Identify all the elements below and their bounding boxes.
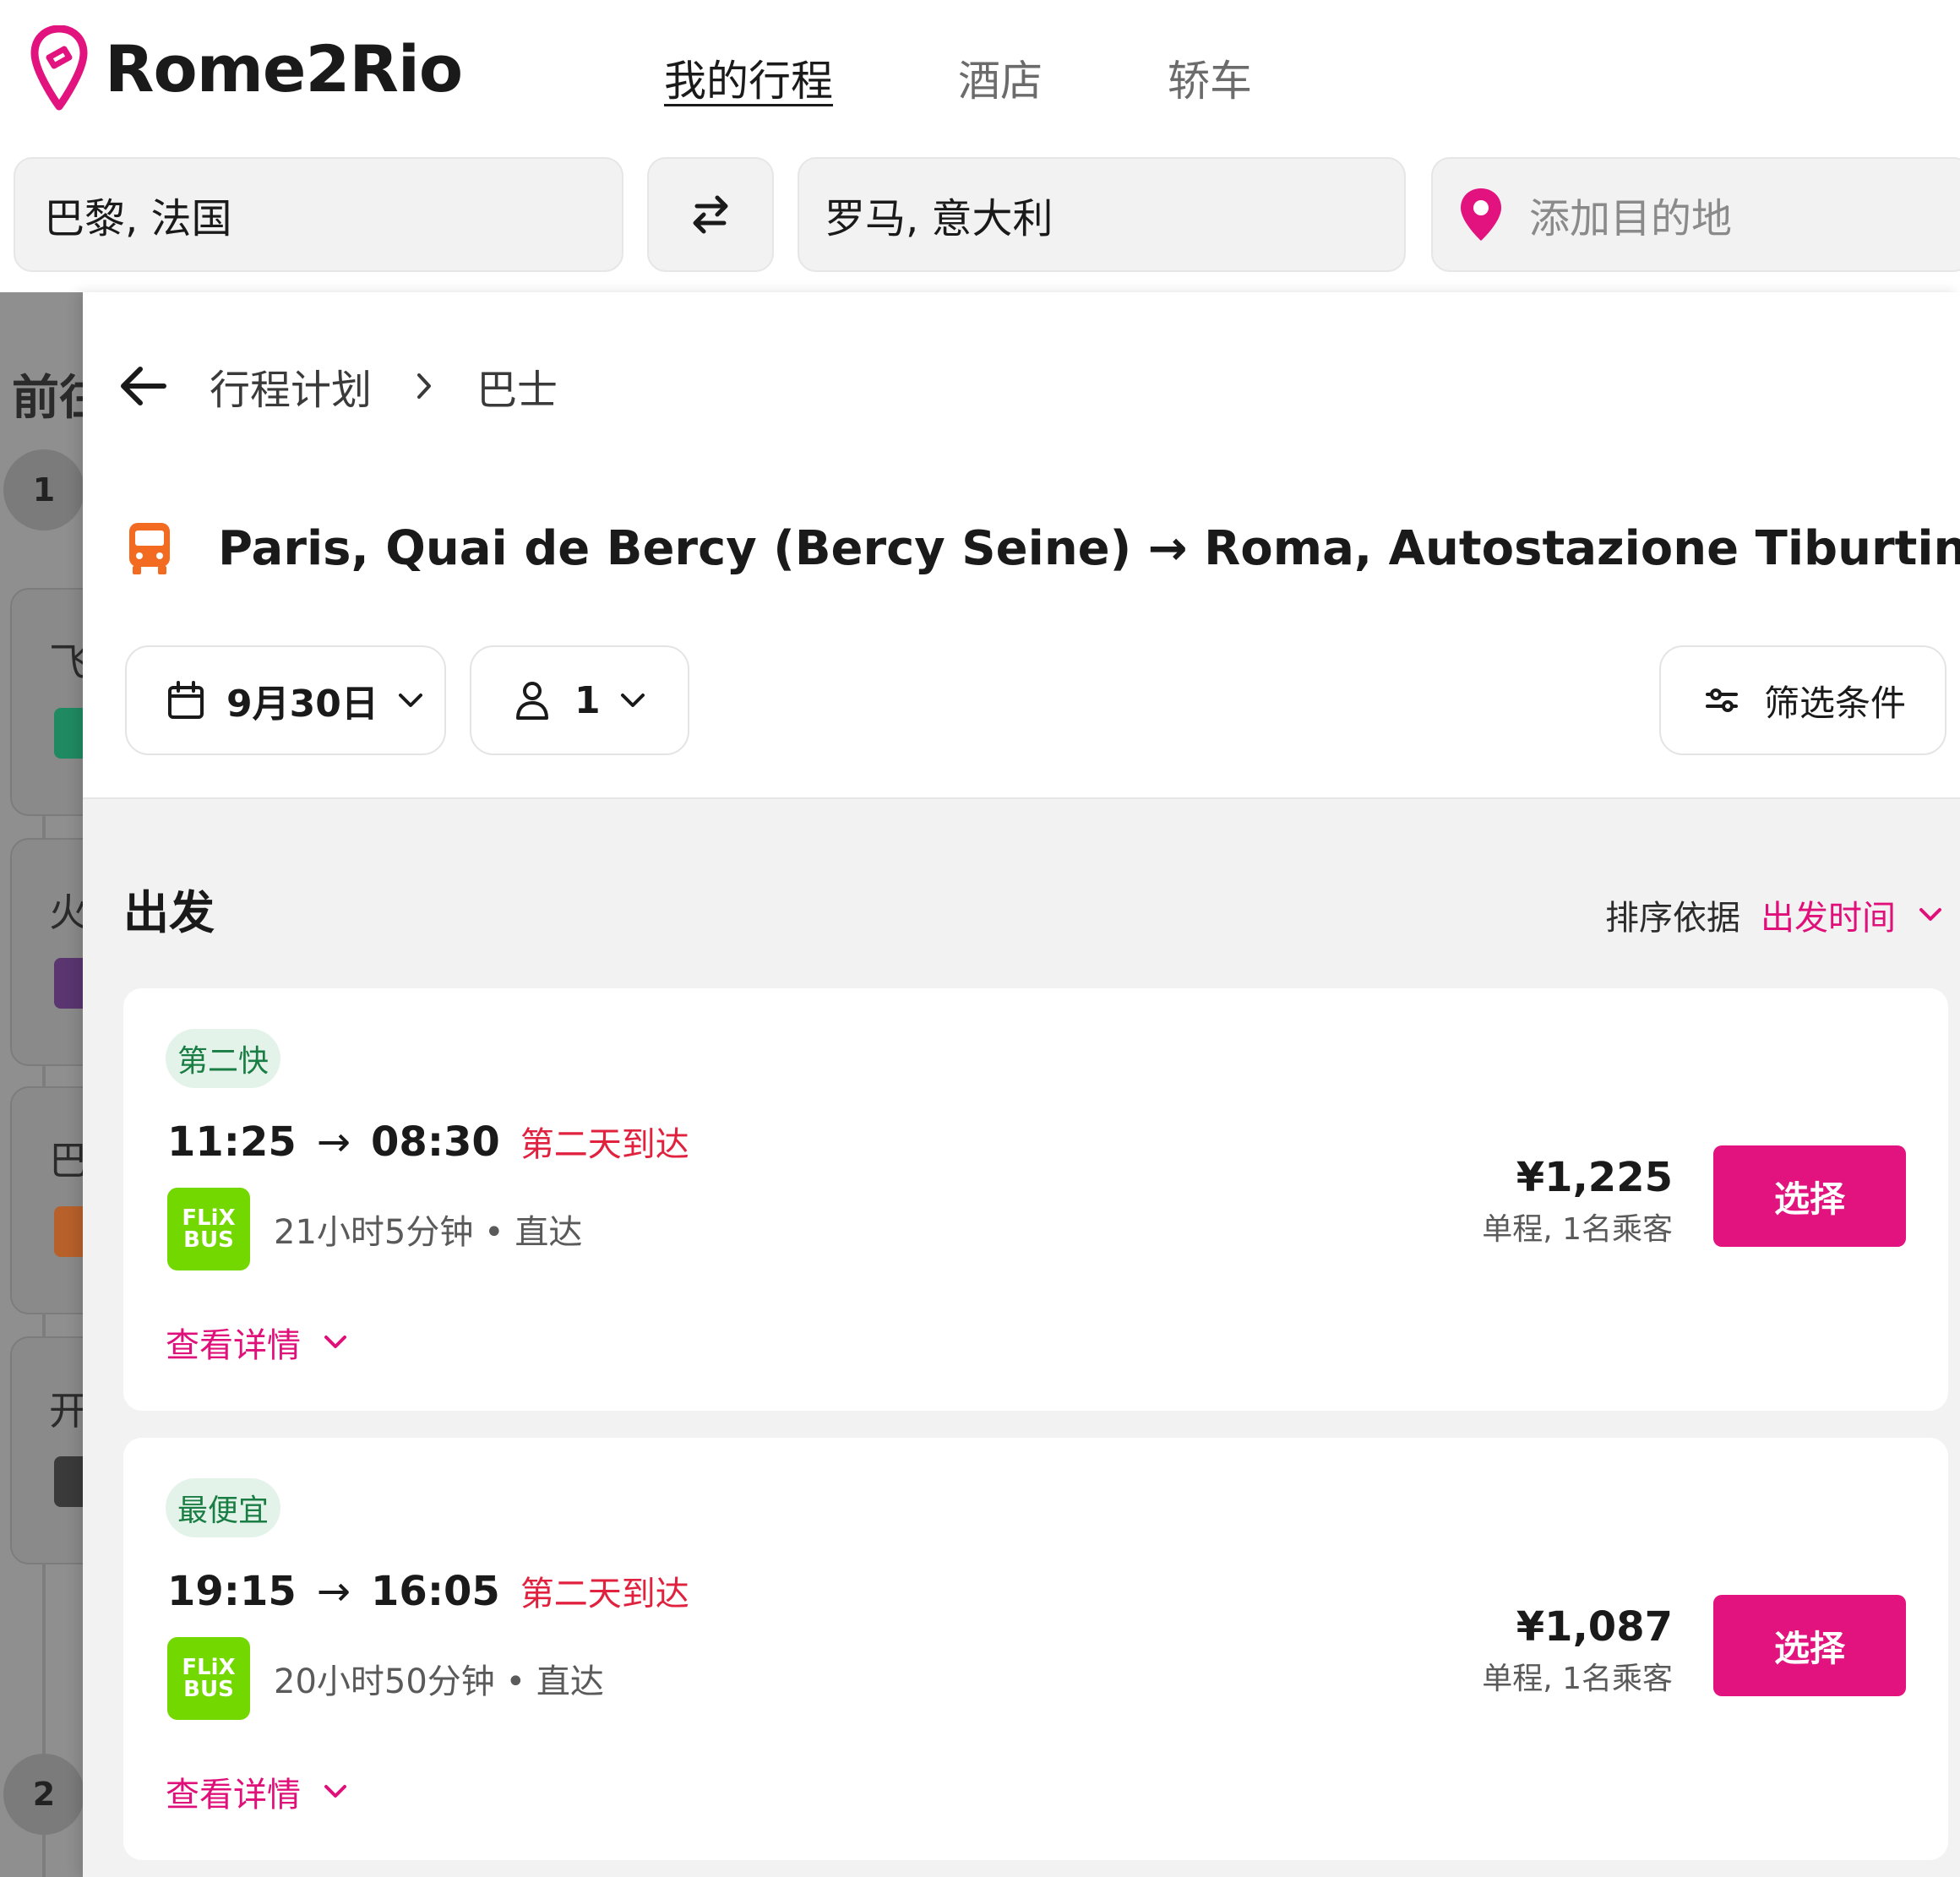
sort-label: 排序依据	[1605, 899, 1740, 938]
car-icon	[54, 1456, 83, 1507]
dimmed-trip-overview: 前往 1 飞 火 巴 开 2	[0, 292, 83, 1877]
result-card[interactable]: 第二快 11:25 → 08:30 第二天到达 FLiX BUS 21小时5分钟…	[123, 988, 1948, 1411]
user-icon	[516, 682, 548, 720]
result-badge: 最便宜	[166, 1478, 281, 1537]
price: ¥1,087	[1516, 1603, 1673, 1651]
rome2rio-pin-logo-icon	[30, 25, 88, 111]
train-icon	[54, 958, 83, 1009]
sort-control[interactable]: 排序依据 出发时间	[1605, 890, 1943, 939]
dimmed-card-label: 开	[49, 1388, 83, 1434]
result-times: 11:25 → 08:30 第二天到达	[167, 1117, 689, 1166]
arrive-time: 08:30	[371, 1118, 500, 1166]
flixbus-logo-line: BUS	[183, 1677, 234, 1702]
view-details-link[interactable]: 查看详情	[166, 1318, 348, 1367]
chevron-down-icon	[398, 694, 422, 707]
add-destination-placeholder: 添加目的地	[1529, 195, 1733, 242]
arrive-time: 16:05	[371, 1568, 500, 1615]
dimmed-card-plane: 飞	[10, 588, 83, 816]
price-box: ¥1,087 单程, 1名乘客	[1482, 1603, 1673, 1698]
depart-time: 11:25	[167, 1118, 297, 1166]
time-arrow: →	[316, 1118, 351, 1166]
result-times: 19:15 → 16:05 第二天到达	[167, 1566, 689, 1615]
dimmed-card-label: 火	[49, 890, 83, 935]
filter-sliders-icon	[1706, 688, 1738, 712]
next-day-arrival: 第二天到达	[520, 1125, 689, 1164]
bus-icon	[54, 1206, 83, 1257]
dimmed-card-car: 开	[10, 1336, 83, 1564]
route-title: Paris, Quai de Bercy (Bercy Seine) → Rom…	[127, 520, 1960, 576]
passenger-count: 1	[574, 678, 601, 722]
date-selector[interactable]: 9月30日	[125, 645, 446, 755]
price-note: 单程, 1名乘客	[1482, 1662, 1673, 1696]
filter-button[interactable]: 筛选条件	[1659, 645, 1946, 755]
departures-heading: 出发	[123, 886, 215, 939]
sort-value: 出发时间	[1761, 899, 1896, 938]
flixbus-logo-line: BUS	[183, 1227, 234, 1253]
result-badge: 第二快	[166, 1029, 281, 1088]
view-details-label: 查看详情	[166, 1326, 301, 1365]
time-arrow: →	[316, 1568, 351, 1615]
flixbus-logo: FLiX BUS	[167, 1188, 250, 1270]
chevron-right-icon	[417, 373, 432, 399]
price-box: ¥1,225 单程, 1名乘客	[1482, 1154, 1673, 1249]
brand-name: Rome2Rio	[105, 30, 463, 106]
nav-cars[interactable]: 轿车	[1168, 47, 1252, 108]
trip-duration: 20小时50分钟 • 直达	[274, 1662, 604, 1701]
trip-duration: 21小时5分钟 • 直达	[274, 1213, 583, 1252]
dimmed-card-train: 火	[10, 838, 83, 1066]
nav-my-trips[interactable]: 我的行程	[664, 47, 833, 108]
add-destination-input[interactable]: 添加目的地	[1431, 157, 1960, 272]
flixbus-logo: FLiX BUS	[167, 1637, 250, 1720]
next-day-arrival: 第二天到达	[520, 1575, 689, 1613]
dimmed-card-bus: 巴	[10, 1086, 83, 1314]
dimmed-title: 前往	[12, 371, 83, 426]
chevron-down-icon	[1919, 908, 1941, 921]
flixbus-logo-line: FLiX	[182, 1205, 236, 1231]
breadcrumb: 行程计划 巴士	[118, 356, 558, 416]
filter-label: 筛选条件	[1764, 682, 1907, 724]
view-details-link[interactable]: 查看详情	[166, 1767, 348, 1816]
price: ¥1,225	[1516, 1154, 1673, 1201]
result-card[interactable]: 最便宜 19:15 → 16:05 第二天到达 FLiX BUS 20小时50分…	[123, 1438, 1948, 1860]
top-header: Rome2Rio 我的行程 酒店 轿车	[0, 0, 1960, 152]
dimmed-card-label: 飞	[49, 639, 83, 685]
chevron-down-icon	[324, 1336, 346, 1348]
back-arrow-icon[interactable]	[118, 364, 167, 408]
operator-row: FLiX BUS 20小时50分钟 • 直达	[167, 1637, 604, 1720]
dimmed-card-label: 巴	[49, 1138, 83, 1183]
step-number-1: 1	[3, 449, 83, 530]
plane-icon	[54, 708, 83, 759]
depart-time: 19:15	[167, 1568, 297, 1615]
step-number-2: 2	[3, 1754, 83, 1835]
breadcrumb-itinerary[interactable]: 行程计划	[210, 356, 372, 416]
flixbus-logo-line: FLiX	[182, 1655, 236, 1680]
operator-row: FLiX BUS 21小时5分钟 • 直达	[167, 1188, 582, 1270]
calendar-icon	[168, 681, 204, 719]
chevron-down-icon	[620, 694, 645, 707]
main-nav: 我的行程 酒店 轿车	[664, 47, 1377, 108]
chevron-down-icon	[324, 1785, 346, 1798]
destination-input[interactable]: 罗马, 意大利	[798, 157, 1406, 272]
passenger-selector[interactable]: 1	[470, 645, 689, 755]
origin-input[interactable]: 巴黎, 法国	[14, 157, 623, 272]
swap-button[interactable]	[647, 157, 774, 272]
nav-hotels[interactable]: 酒店	[958, 47, 1043, 108]
breadcrumb-bus: 巴士	[476, 367, 558, 414]
location-pin-icon	[1461, 188, 1501, 241]
view-details-label: 查看详情	[166, 1776, 301, 1814]
results-header: 行程计划 巴士 Paris, Quai de Bercy (Bercy Sein…	[83, 292, 1960, 799]
select-button[interactable]: 选择	[1713, 1595, 1906, 1696]
bus-icon	[129, 523, 170, 574]
rome2rio-logo[interactable]: Rome2Rio	[30, 25, 463, 112]
swap-arrows-icon	[693, 195, 728, 234]
select-button[interactable]: 选择	[1713, 1145, 1906, 1247]
route-title-text: Paris, Quai de Bercy (Bercy Seine) → Rom…	[218, 520, 1960, 576]
date-value: 9月30日	[226, 683, 378, 726]
bus-results-panel: 行程计划 巴士 Paris, Quai de Bercy (Bercy Sein…	[83, 292, 1960, 1877]
price-note: 单程, 1名乘客	[1482, 1212, 1673, 1247]
